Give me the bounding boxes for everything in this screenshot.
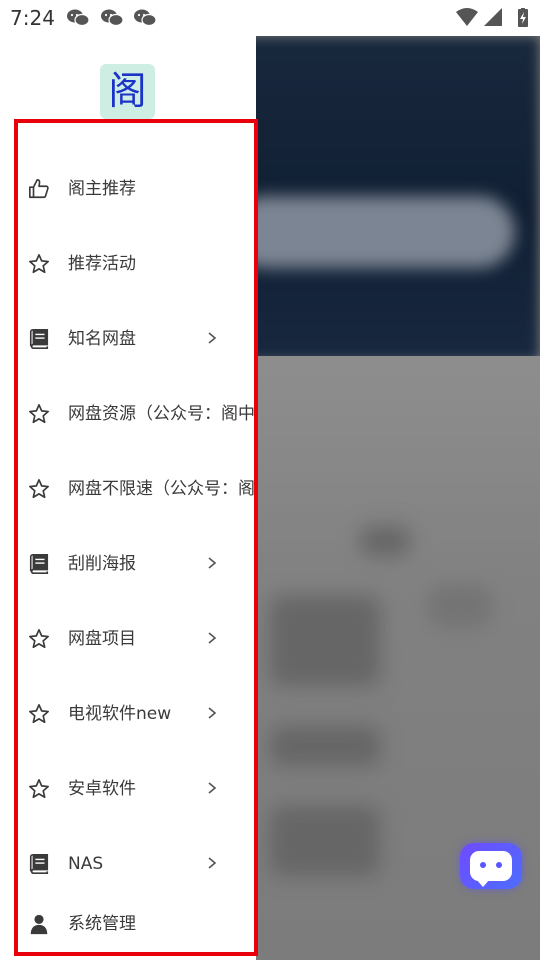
menu-item-famous-netdisks[interactable]: 知名网盘 bbox=[18, 314, 254, 364]
drawer-menu: 阁主推荐 推荐活动 知名网盘 网盘资源（公众号：阁中 网盘不限速（公众号：阁 刮… bbox=[14, 119, 258, 956]
battery-charging-icon bbox=[518, 8, 528, 27]
chat-bot-button[interactable] bbox=[460, 843, 522, 889]
chat-bot-icon bbox=[470, 851, 512, 881]
menu-item-label: 电视软件new bbox=[68, 704, 172, 724]
menu-item-scraped-posters[interactable]: 刮削海报 bbox=[18, 539, 254, 589]
menu-item-recommended-events[interactable]: 推荐活动 bbox=[18, 239, 254, 289]
wechat-icon bbox=[101, 9, 124, 27]
book-icon bbox=[29, 854, 49, 874]
app-logo: 阁 bbox=[100, 64, 155, 119]
menu-item-label: 刮削海报 bbox=[68, 554, 136, 574]
chevron-right-icon bbox=[208, 632, 217, 644]
chat-bot-eye bbox=[496, 862, 502, 868]
chevron-right-icon bbox=[208, 707, 217, 719]
menu-item-label: 阁主推荐 bbox=[68, 179, 136, 199]
star-icon bbox=[29, 779, 49, 799]
star-icon bbox=[29, 404, 49, 424]
system-status-icons bbox=[456, 8, 528, 27]
menu-item-nas[interactable]: NAS bbox=[18, 839, 254, 889]
navigation-drawer: 阁 阁主推荐 推荐活动 知名网盘 网盘资源（公众号：阁中 网盘不限速（公众号：阁… bbox=[0, 36, 258, 960]
star-icon bbox=[29, 479, 49, 499]
app-logo-text: 阁 bbox=[108, 69, 147, 113]
star-icon bbox=[29, 629, 49, 649]
chevron-right-icon bbox=[208, 332, 217, 344]
menu-item-tv-software[interactable]: 电视软件new bbox=[18, 689, 254, 739]
menu-item-system-admin[interactable]: 系统管理 bbox=[18, 899, 254, 949]
status-time: 7:24 bbox=[10, 6, 55, 30]
menu-item-netdisk-unlimited[interactable]: 网盘不限速（公众号：阁 bbox=[18, 464, 255, 514]
thumbs-up-icon bbox=[29, 179, 49, 199]
chevron-right-icon bbox=[208, 557, 217, 569]
menu-item-label: 网盘不限速（公众号：阁 bbox=[68, 479, 255, 499]
chevron-right-icon bbox=[208, 782, 217, 794]
star-icon bbox=[29, 254, 49, 274]
menu-item-label: 知名网盘 bbox=[68, 329, 136, 349]
menu-item-netdisk-resources[interactable]: 网盘资源（公众号：阁中 bbox=[18, 389, 255, 439]
chevron-right-icon bbox=[208, 857, 217, 869]
status-bar: 7:24 bbox=[0, 0, 540, 36]
menu-item-label: 网盘资源（公众号：阁中 bbox=[68, 404, 255, 424]
menu-item-netdisk-projects[interactable]: 网盘项目 bbox=[18, 614, 254, 664]
menu-item-label: 推荐活动 bbox=[68, 254, 136, 274]
wechat-icon bbox=[134, 9, 157, 27]
menu-item-label: 安卓软件 bbox=[68, 779, 136, 799]
book-icon bbox=[29, 554, 49, 574]
chat-bot-eye bbox=[480, 862, 486, 868]
signal-icon bbox=[484, 8, 502, 26]
menu-item-android-software[interactable]: 安卓软件 bbox=[18, 764, 254, 814]
menu-item-label: 系统管理 bbox=[68, 914, 136, 934]
star-icon bbox=[29, 704, 49, 724]
user-icon bbox=[30, 914, 48, 935]
menu-item-label: NAS bbox=[68, 854, 104, 874]
wechat-icon bbox=[67, 9, 90, 27]
menu-item-gezhu-recommend[interactable]: 阁主推荐 bbox=[18, 164, 254, 214]
wifi-icon bbox=[456, 8, 478, 26]
menu-item-label: 网盘项目 bbox=[68, 629, 136, 649]
book-icon bbox=[29, 329, 49, 349]
chat-bubble-tail bbox=[476, 879, 490, 887]
